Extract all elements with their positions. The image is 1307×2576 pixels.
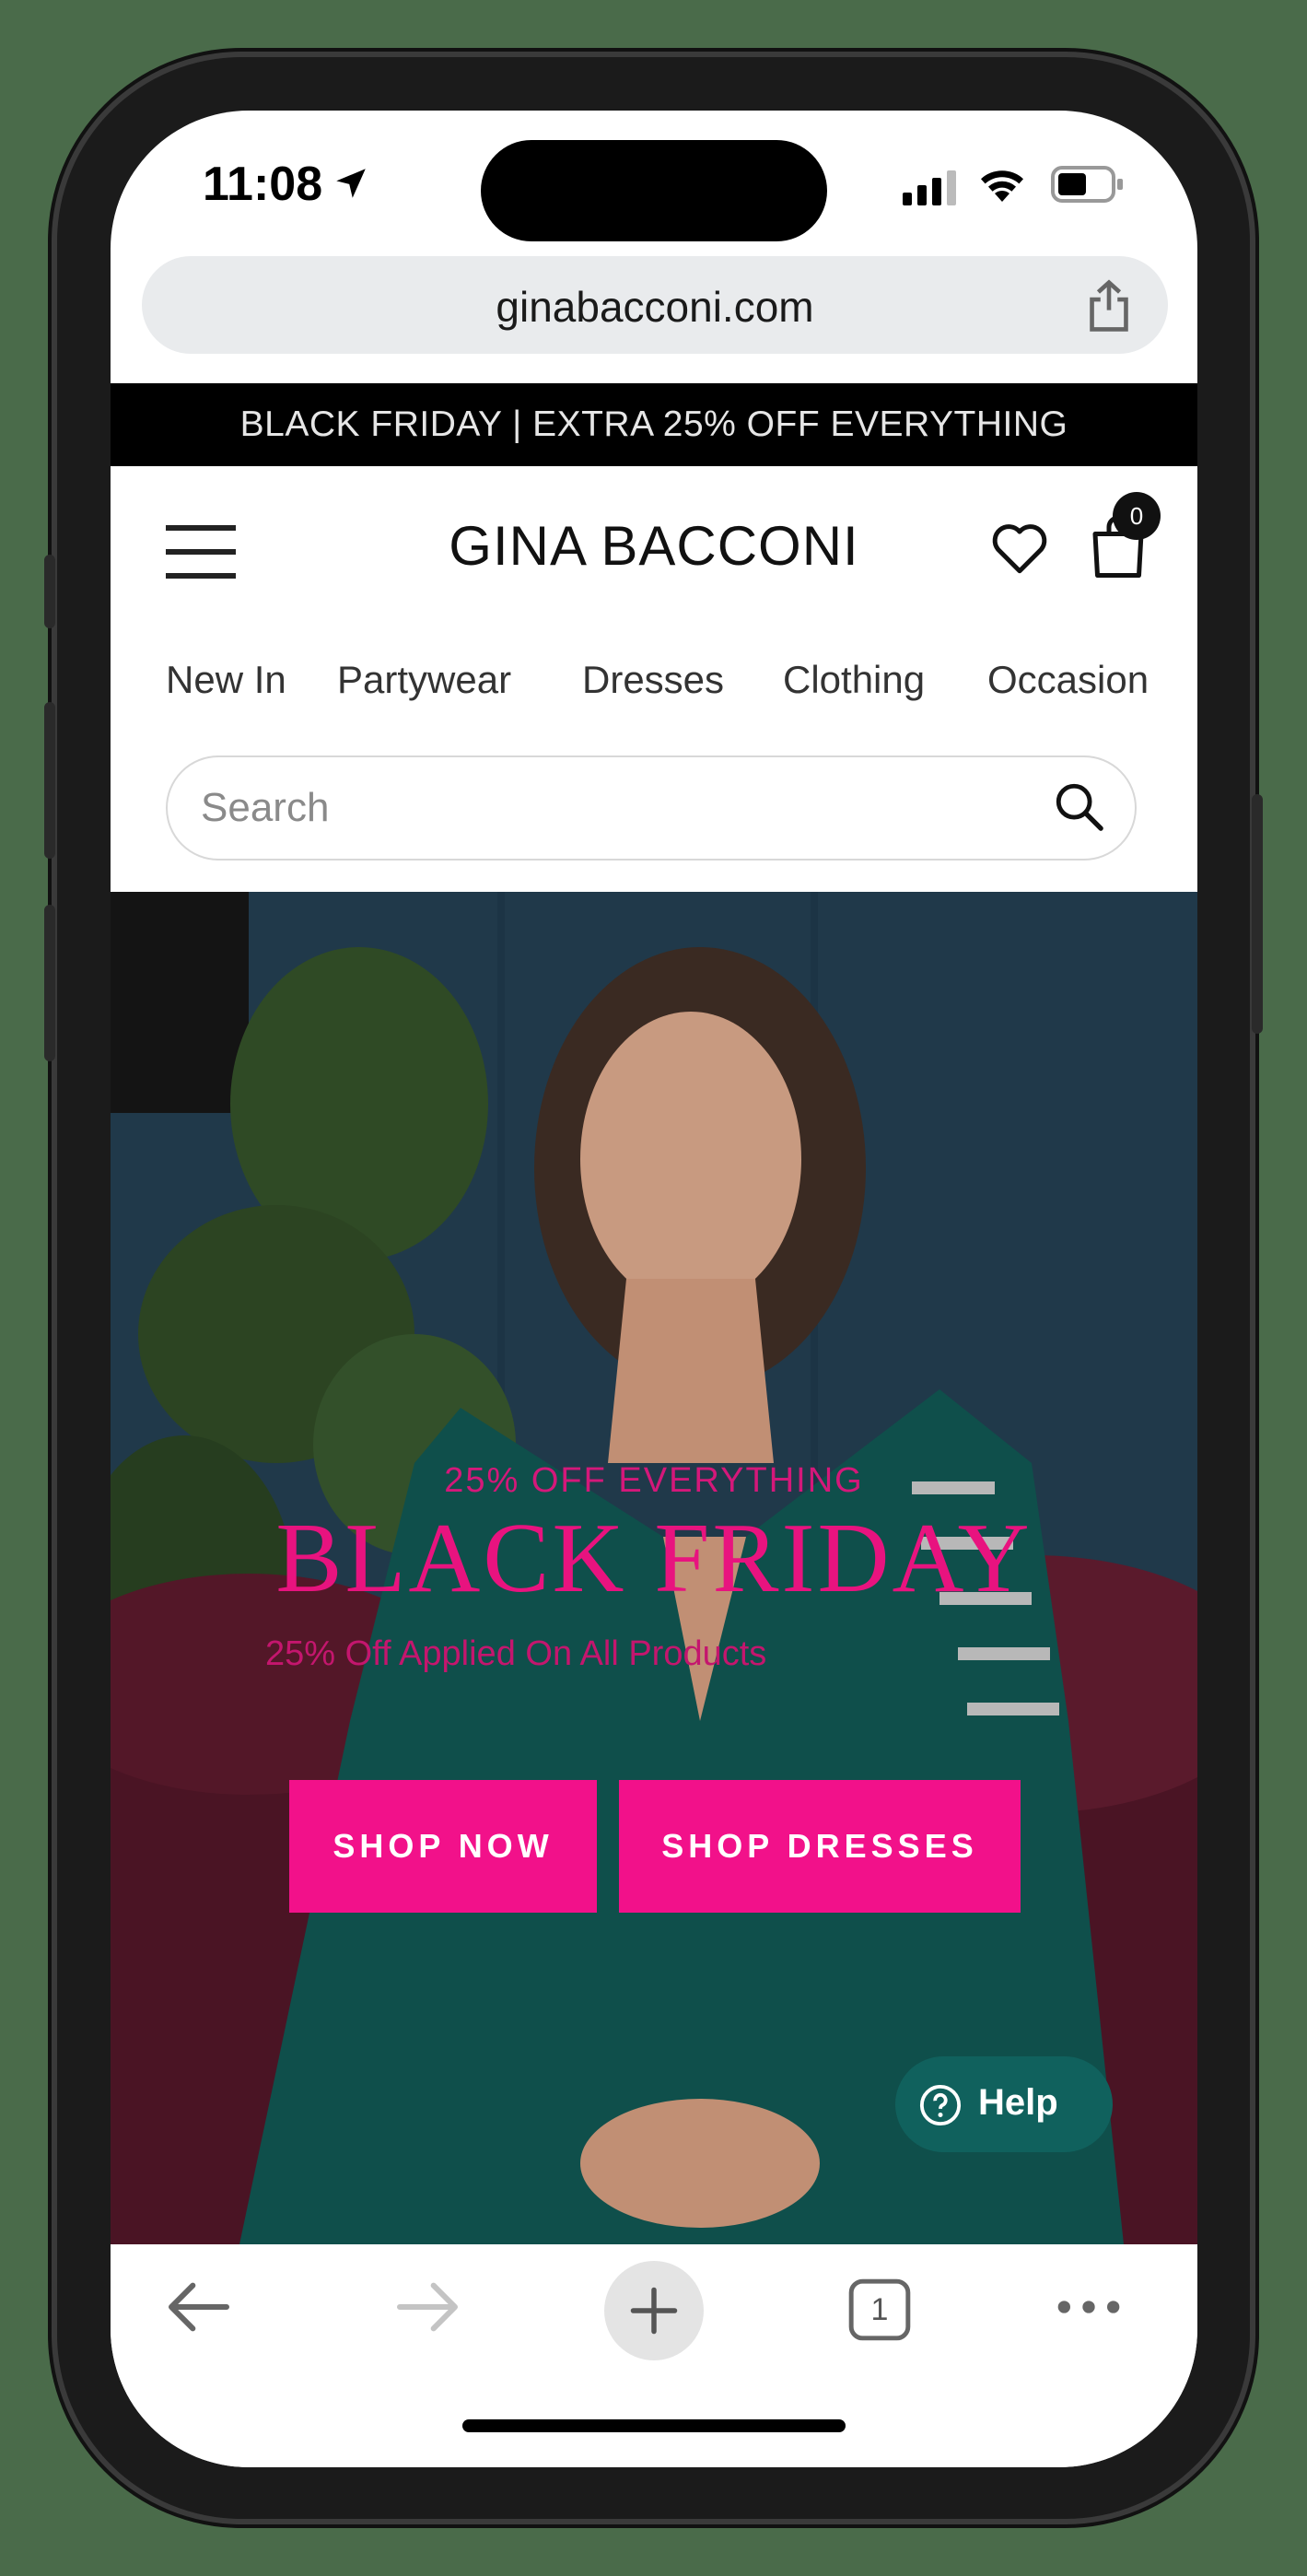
status-time: 11:08 — [203, 158, 323, 211]
share-icon[interactable] — [1083, 278, 1135, 334]
power-button — [1252, 794, 1263, 1034]
browser-toolbar: 1 — [111, 2244, 1197, 2467]
home-indicator[interactable] — [462, 2419, 846, 2432]
nav-item-occasion[interactable]: Occasion — [987, 658, 1149, 702]
wishlist-heart-icon[interactable] — [989, 518, 1050, 579]
search-input[interactable] — [199, 779, 1032, 837]
nav-item-dresses[interactable]: Dresses — [582, 658, 724, 702]
new-tab-button[interactable] — [604, 2261, 704, 2360]
tabs-button[interactable]: 1 — [846, 2276, 914, 2344]
volume-up-button — [44, 702, 55, 859]
nav-item-clothing[interactable]: Clothing — [783, 658, 925, 702]
address-bar[interactable]: ginabacconi.com — [142, 256, 1168, 354]
shop-now-button[interactable]: SHOP NOW — [289, 1780, 597, 1913]
category-nav: New In Partywear Dresses Clothing Occasi… — [111, 632, 1197, 724]
cellular-signal-icon — [903, 170, 956, 205]
action-button — [44, 555, 55, 628]
forward-arrow-icon[interactable] — [391, 2270, 464, 2344]
plus-icon — [630, 2287, 678, 2335]
help-button[interactable]: Help — [895, 2056, 1113, 2152]
more-options-icon[interactable] — [1052, 2270, 1126, 2344]
location-arrow-icon — [336, 169, 366, 198]
search-icon[interactable] — [1052, 779, 1105, 833]
hero-banner[interactable]: 25% OFF EVERYTHING BLACK FRIDAY 25% Off … — [111, 892, 1197, 2244]
hero-subtitle: 25% OFF EVERYTHING — [444, 1461, 864, 1500]
volume-down-button — [44, 905, 55, 1061]
status-bar: 11:08 — [111, 111, 1197, 249]
nav-item-partywear[interactable]: Partywear — [337, 658, 511, 702]
help-label: Help — [978, 2082, 1058, 2123]
back-arrow-icon[interactable] — [162, 2270, 236, 2344]
url-text[interactable]: ginabacconi.com — [142, 282, 1168, 332]
search-box[interactable] — [166, 755, 1137, 861]
site-header: GINA BACCONI 0 — [111, 466, 1197, 632]
cart-count-badge: 0 — [1113, 492, 1161, 540]
nav-item-new-in[interactable]: New In — [166, 658, 286, 702]
wifi-icon — [981, 170, 1023, 202]
hero-note: 25% Off Applied On All Products — [265, 1634, 767, 1673]
phone-screen: 11:08 ginabacconi.com BLACK FRIDAY | EXT… — [111, 111, 1197, 2467]
tab-count: 1 — [870, 2292, 889, 2327]
dynamic-island — [481, 140, 827, 241]
promo-banner[interactable]: BLACK FRIDAY | EXTRA 25% OFF EVERYTHING — [111, 383, 1197, 466]
battery-icon — [1051, 166, 1123, 203]
hero-title: BLACK FRIDAY — [275, 1504, 1033, 1613]
shop-dresses-button[interactable]: SHOP DRESSES — [619, 1780, 1021, 1913]
question-circle-icon — [919, 2084, 962, 2126]
